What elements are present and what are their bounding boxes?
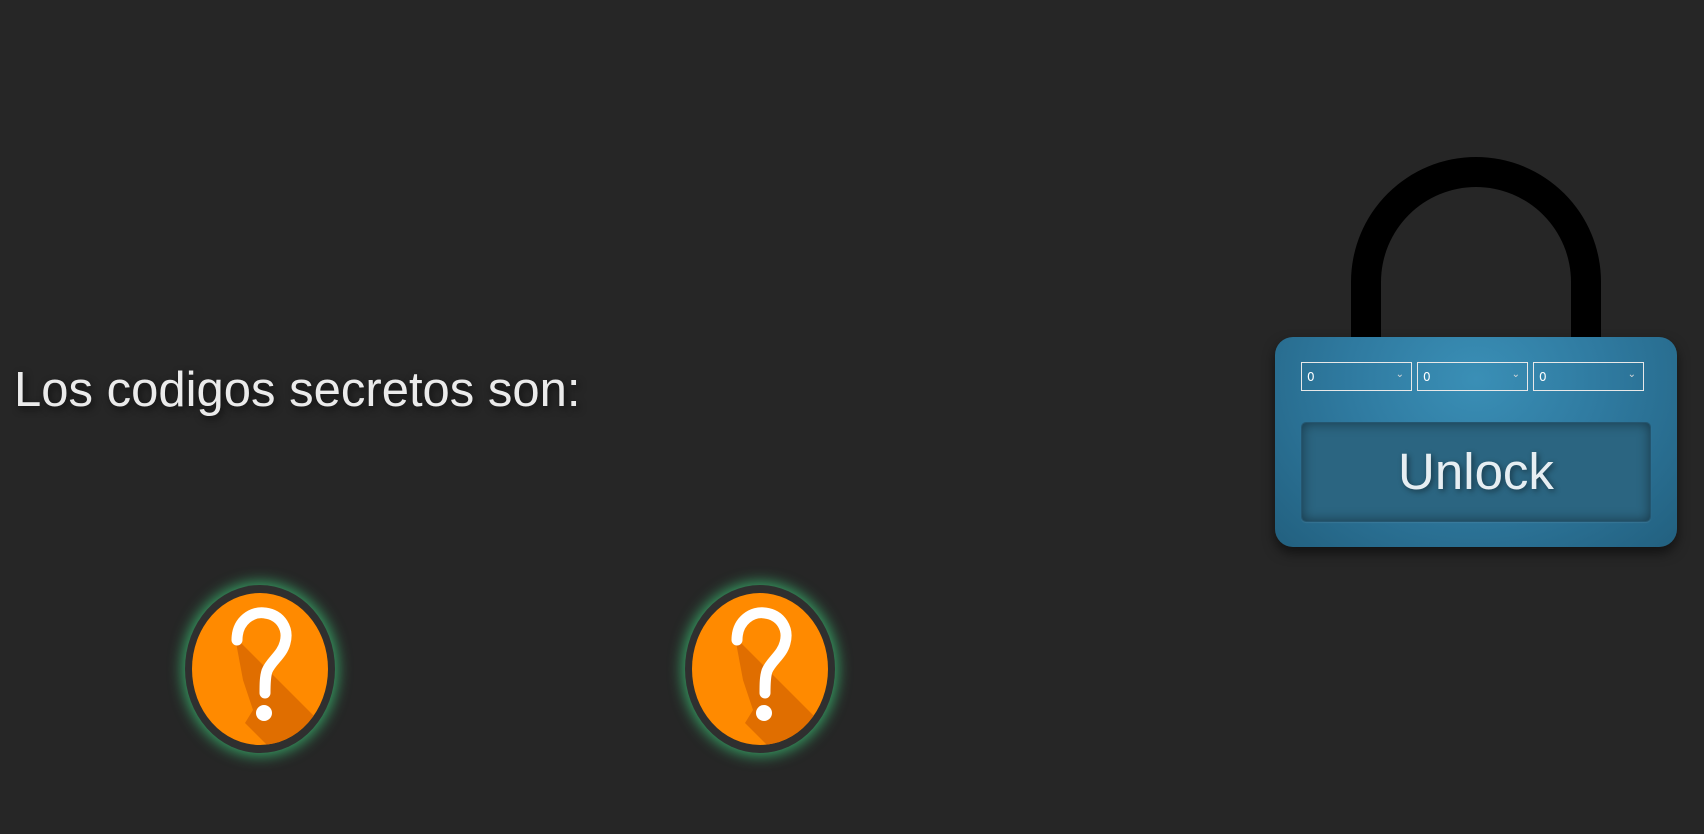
secret-code-clue-1[interactable] [185,585,335,753]
chevron-down-icon: ⌄ [1627,369,1636,380]
question-mark-icon [692,593,828,745]
code-dial-2[interactable]: 0 ⌄ [1417,362,1528,391]
unlock-button[interactable]: Unlock [1301,422,1651,522]
code-dials: 0 ⌄ 0 ⌄ 0 ⌄ [1301,362,1651,391]
secret-code-clue-2[interactable] [685,585,835,753]
code-dial-value: 0 [1423,370,1431,384]
page-heading: Los codigos secretos son: [14,363,581,417]
lock-body: 0 ⌄ 0 ⌄ 0 ⌄ Unlock [1275,337,1677,547]
page: Los codigos secretos son: 0 ⌄ 0 ⌄ 0 ⌄ Un… [0,0,1704,834]
code-dial-1[interactable]: 0 ⌄ [1301,362,1412,391]
chevron-down-icon: ⌄ [1511,369,1520,380]
code-dial-value: 0 [1539,370,1547,384]
code-dial-value: 0 [1307,370,1315,384]
combination-lock: 0 ⌄ 0 ⌄ 0 ⌄ Unlock [1275,157,1677,547]
chevron-down-icon: ⌄ [1395,369,1404,380]
code-dial-3[interactable]: 0 ⌄ [1533,362,1644,391]
question-mark-icon [192,593,328,745]
